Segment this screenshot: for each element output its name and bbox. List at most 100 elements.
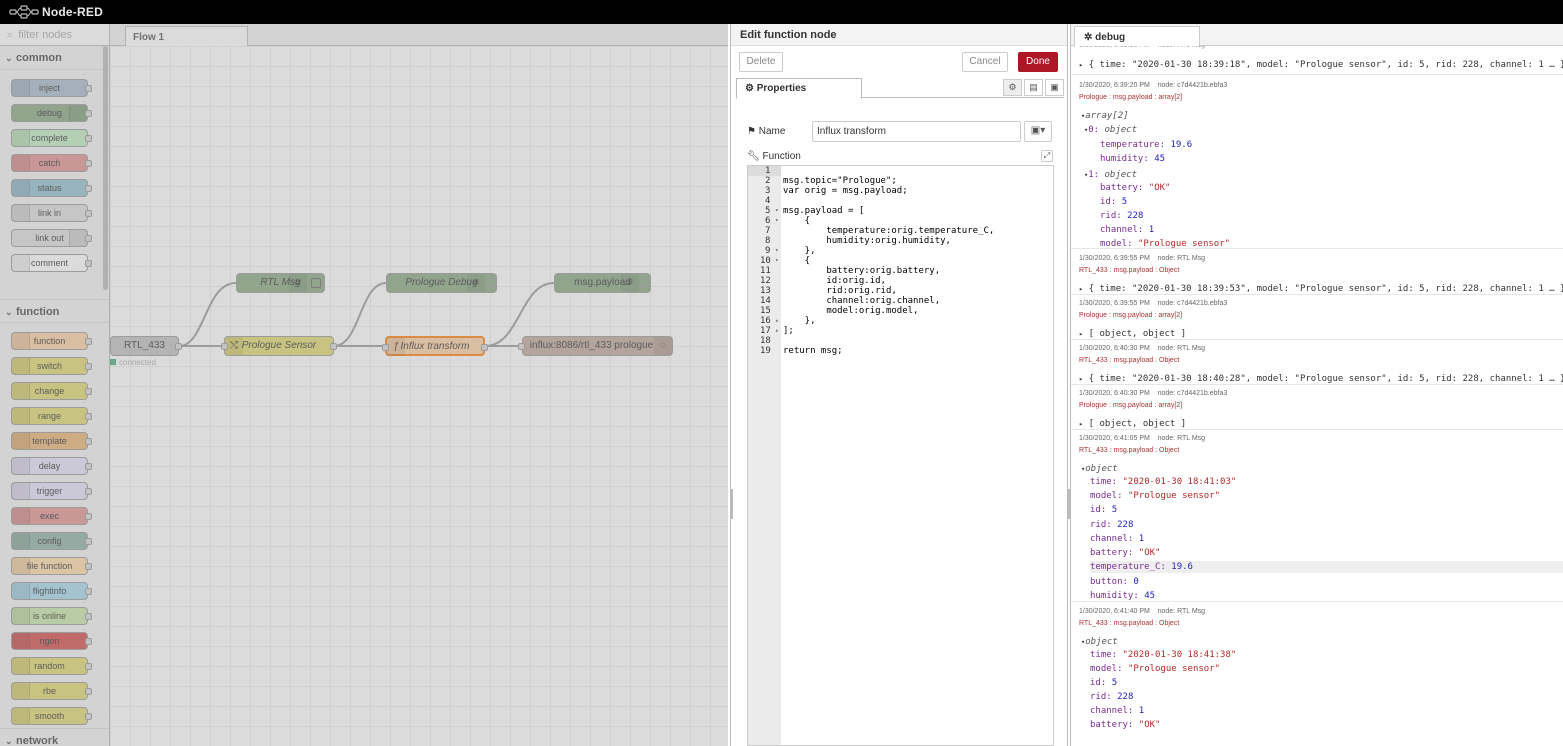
node-label: flightinfo (32, 586, 67, 596)
fold-toggle-icon[interactable]: ▾ (775, 256, 779, 266)
message-divider (1071, 601, 1563, 602)
cancel-button[interactable]: Cancel (962, 52, 1008, 72)
expand-arrow-icon[interactable]: ▸ (1079, 375, 1083, 383)
tab-debug[interactable]: ✲ debug (1074, 26, 1200, 47)
node-label: function (33, 336, 66, 346)
node-port (85, 185, 92, 192)
prologue-debug-node[interactable]: Prologue Debug ≡ (386, 273, 497, 293)
palette-filter-input[interactable]: ⌕ filter nodes (0, 24, 109, 46)
palette-node-inject[interactable]: inject (11, 79, 92, 97)
node-port (85, 338, 92, 345)
output-port[interactable] (175, 343, 182, 350)
node-label: Influx transform (400, 341, 470, 352)
palette-common-list: inject debug complete catch status link in lin… (0, 70, 109, 299)
category-label: network (16, 735, 59, 746)
node-port (85, 638, 92, 645)
expand-editor-button[interactable]: ⤢ (1041, 150, 1053, 162)
palette-node-random[interactable]: random (11, 657, 92, 675)
node-icon (12, 633, 30, 649)
done-button[interactable]: Done (1018, 52, 1058, 72)
palette-node-is-online[interactable]: is online (11, 607, 92, 625)
palette-node-status[interactable]: status (11, 179, 92, 197)
palette-node-complete[interactable]: complete (11, 129, 92, 147)
debug-topic: Prologue : msg.payload : array[2] (1079, 312, 1183, 319)
input-port[interactable] (221, 343, 228, 350)
msg-payload-debug-node[interactable]: msg.payload ≡ (554, 273, 651, 293)
expand-arrow-icon[interactable]: ▸ (1079, 330, 1083, 338)
palette-node-range[interactable]: range (11, 407, 92, 425)
palette-category-common[interactable]: ⌄ common (0, 46, 109, 70)
tab-properties[interactable]: ⚙ Properties (736, 78, 862, 99)
palette-node-template[interactable]: template (11, 432, 92, 450)
palette-node-link-in[interactable]: link in (11, 204, 92, 222)
settings-tab-icon[interactable]: ⚙ (1003, 79, 1022, 96)
palette-node-rbe[interactable]: rbe (11, 682, 92, 700)
line-number: 19 (760, 346, 771, 356)
palette-category-function[interactable]: ⌄ function (0, 299, 109, 323)
tab-flow-1[interactable]: Flow 1 (125, 26, 248, 46)
debug-meta: 1/30/2020, 6:39:55 PM node: RTL Msg (1079, 255, 1206, 262)
node-label: template (32, 436, 67, 446)
debug-meta: 1/30/2020, 6:39:18 PM node: RTL Msg (1079, 46, 1205, 51)
palette-node-switch[interactable]: switch (11, 357, 92, 375)
debug-toggle-button[interactable] (487, 278, 495, 288)
expand-arrow-icon[interactable]: ▸ (1079, 61, 1083, 69)
debug-toggle-button[interactable] (311, 278, 321, 288)
palette-node-function[interactable]: function (11, 332, 92, 350)
expand-arrow-icon[interactable]: ▸ (1079, 420, 1083, 428)
workspace-canvas[interactable]: RTL_433 connected RTL Msg ≡ ⤭ Prologue S… (110, 46, 728, 746)
input-port[interactable] (382, 344, 389, 351)
prologue-sensor-node[interactable]: ⤭ Prologue Sensor (221, 336, 337, 356)
line-number: 16 ▴ (760, 316, 779, 326)
palette-node-link-out[interactable]: link out (11, 229, 92, 247)
fold-toggle-icon[interactable]: ▾ (775, 246, 779, 256)
palette-node-config[interactable]: config (11, 532, 92, 550)
fold-toggle-icon[interactable]: ▴ (775, 316, 779, 326)
tray-resize-handle[interactable] (730, 489, 733, 519)
debug-summary[interactable]: ▸ { time: "2020-01-30 18:39:18", model: … (1079, 59, 1563, 71)
node-port (85, 538, 92, 545)
debug-toggle-button[interactable] (641, 278, 649, 288)
palette-node-catch[interactable]: catch (11, 154, 92, 172)
palette-node-debug[interactable]: debug (11, 104, 92, 122)
fold-toggle-icon[interactable]: ▴ (775, 326, 779, 336)
palette-node-delay[interactable]: delay (11, 457, 92, 475)
palette-category-network[interactable]: ⌄ network (0, 728, 109, 746)
palette-scrollbar[interactable] (103, 46, 108, 290)
palette-node-file-function[interactable]: file function (11, 557, 92, 575)
description-tab-icon[interactable]: ▤ (1024, 79, 1043, 96)
node-port (85, 363, 92, 370)
palette-node-flightinfo[interactable]: flightinfo (11, 582, 92, 600)
palette-node-trigger[interactable]: trigger (11, 482, 92, 500)
palette-node-smooth[interactable]: smooth (11, 707, 92, 725)
fold-toggle-icon[interactable]: ▾ (775, 206, 779, 216)
rtl-msg-debug-node[interactable]: RTL Msg ≡ (236, 273, 325, 293)
fold-toggle-icon[interactable]: ▾ (775, 216, 779, 226)
node-port (85, 413, 92, 420)
debug-property: temperature_C: 19.6 (1090, 561, 1563, 573)
rtl433-node[interactable]: RTL_433 (110, 336, 182, 356)
node-label: inject (38, 83, 60, 93)
palette-node-change[interactable]: change (11, 382, 92, 400)
icon-select-button[interactable]: ▣▾ (1024, 121, 1052, 142)
input-port[interactable] (518, 343, 525, 350)
code-editor[interactable]: 1 2 3 4 5 ▾ 6 ▾ 7 8 9 ▾ 10 ▾ 11 12 13 14 15 16 ▴ 17 ▴ 18 19 msg.… (747, 165, 1054, 746)
workspace-tabs: Flow 1 (110, 24, 728, 46)
debug-sidebar: ✲ debug 1/30/2020, 6:39:18 PM node: RTL … (1068, 24, 1563, 746)
influx-transform-node[interactable]: ƒ Influx transform (382, 336, 488, 356)
appearance-tab-icon[interactable]: ▣ (1045, 79, 1064, 96)
name-input[interactable]: Influx transform (812, 121, 1021, 142)
output-port[interactable] (330, 343, 337, 350)
expand-arrow-icon[interactable]: ▸ (1079, 285, 1083, 293)
output-port[interactable] (481, 344, 488, 351)
debug-property: rid: 228 (1090, 520, 1134, 530)
palette-node-ngon[interactable]: ngon (11, 632, 92, 650)
palette-node-comment[interactable]: comment (11, 254, 92, 272)
node-label: switch (36, 361, 62, 371)
palette-node-exec[interactable]: exec (11, 507, 92, 525)
delete-button[interactable]: Delete (739, 52, 783, 72)
line-number: 2 (765, 176, 771, 186)
code-line: msg.topic="Prologue"; (783, 176, 897, 186)
influx-out-node[interactable]: influx:8086/rtl_433 prologue ◌ (518, 336, 673, 356)
line-number: 8 (765, 236, 771, 246)
